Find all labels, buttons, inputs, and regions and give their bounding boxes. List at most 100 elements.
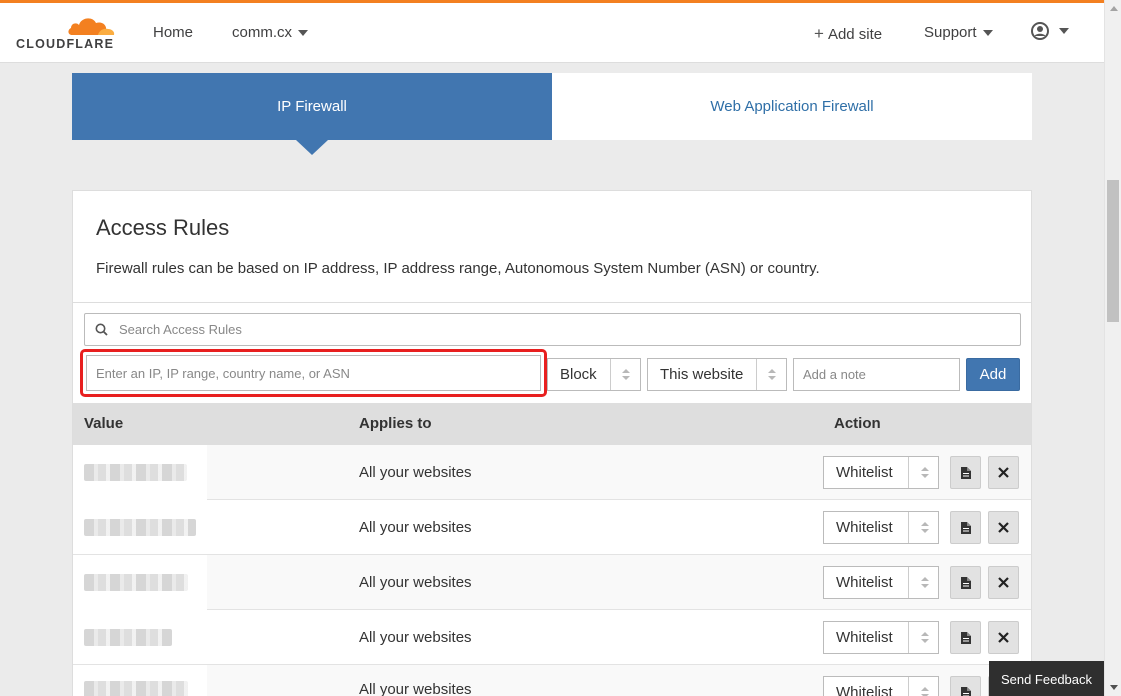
scope-select[interactable]: This website: [647, 358, 787, 391]
card-title: Access Rules: [96, 215, 230, 240]
column-header-applies-to: Applies to: [359, 415, 432, 432]
send-feedback-button[interactable]: Send Feedback: [989, 661, 1104, 696]
updown-icon: [920, 576, 930, 590]
top-navbar: CLOUDFLARE Home comm.cx + Add site Suppor…: [0, 0, 1104, 63]
note-icon: [960, 576, 971, 589]
user-icon: [1031, 22, 1049, 41]
scroll-up-icon[interactable]: [1110, 6, 1118, 11]
scroll-down-icon[interactable]: [1110, 685, 1118, 690]
note-icon: [960, 521, 971, 534]
note-input[interactable]: [793, 358, 960, 391]
action-select[interactable]: Whitelist: [823, 621, 939, 654]
search-input[interactable]: [119, 314, 999, 345]
column-header-action: Action: [834, 415, 881, 432]
select-divider: [908, 567, 909, 598]
action-select-value: Whitelist: [836, 464, 893, 481]
delete-rule-button[interactable]: [988, 566, 1019, 599]
redacted-value: [84, 519, 196, 536]
domain-label: comm.cx: [232, 24, 292, 41]
edit-note-button[interactable]: [950, 566, 981, 599]
applies-to-cell: All your websites: [359, 629, 472, 646]
action-select-value: Whitelist: [836, 574, 893, 591]
select-divider: [908, 512, 909, 543]
search-box: [84, 313, 1021, 346]
select-divider: [610, 359, 611, 390]
select-divider: [756, 359, 757, 390]
note-icon: [960, 466, 971, 479]
cloudflare-logo[interactable]: CLOUDFLARE: [16, 13, 120, 53]
table-row: All your websites Whitelist: [73, 445, 1031, 500]
add-site-button[interactable]: + Add site: [814, 24, 882, 44]
redacted-value: [84, 681, 188, 696]
applies-to-cell: All your websites: [359, 464, 472, 481]
updown-icon: [767, 368, 777, 382]
tab-web-application-firewall[interactable]: Web Application Firewall: [552, 73, 1032, 140]
action-select[interactable]: Whitelist: [823, 511, 939, 544]
action-select[interactable]: Whitelist: [823, 566, 939, 599]
card-description: Firewall rules can be based on IP addres…: [96, 260, 820, 277]
edit-note-button[interactable]: [950, 456, 981, 489]
access-rules-card: Access Rules Firewall rules can be based…: [72, 190, 1032, 696]
redacted-value: [84, 629, 172, 646]
action-select-value: Whitelist: [836, 629, 893, 646]
close-icon: [998, 467, 1009, 478]
page-scrollbar[interactable]: [1104, 0, 1121, 696]
divider: [73, 302, 1031, 303]
close-icon: [998, 632, 1009, 643]
column-header-value: Value: [84, 415, 124, 432]
action-select[interactable]: Whitelist: [823, 676, 939, 696]
table-row: All your websites Whitelist: [73, 500, 1031, 555]
tab-ip-firewall[interactable]: IP Firewall: [72, 73, 552, 140]
ip-input[interactable]: [86, 355, 541, 391]
applies-to-cell: All your websites: [359, 681, 472, 696]
redacted-value: [84, 464, 187, 481]
select-divider: [908, 457, 909, 488]
nav-home[interactable]: Home: [153, 24, 193, 41]
mode-select[interactable]: Block: [547, 358, 641, 391]
cloud-icon: [68, 18, 115, 35]
domain-dropdown[interactable]: comm.cx: [232, 24, 308, 41]
table-row: All your websites Whitelist: [73, 610, 1031, 665]
updown-icon: [920, 466, 930, 480]
redacted-value: [84, 574, 188, 591]
search-icon: [95, 323, 108, 336]
updown-icon: [920, 521, 930, 535]
action-select-value: Whitelist: [836, 684, 893, 696]
action-select-value: Whitelist: [836, 519, 893, 536]
account-menu[interactable]: [1031, 22, 1069, 41]
support-dropdown[interactable]: Support: [924, 24, 993, 41]
close-icon: [998, 577, 1009, 588]
updown-icon: [920, 686, 930, 696]
edit-note-button[interactable]: [950, 621, 981, 654]
delete-rule-button[interactable]: [988, 621, 1019, 654]
table-row: All your websites Whitelist: [73, 665, 1031, 696]
note-icon: [960, 686, 971, 696]
note-icon: [960, 631, 971, 644]
ip-input-highlight: [80, 349, 547, 397]
edit-note-button[interactable]: [950, 676, 981, 696]
add-button[interactable]: Add: [966, 358, 1020, 391]
select-divider: [908, 677, 909, 696]
scope-select-value: This website: [660, 366, 744, 383]
applies-to-cell: All your websites: [359, 519, 472, 536]
table-row: All your websites Whitelist: [73, 555, 1031, 610]
plus-icon: +: [814, 24, 824, 43]
updown-icon: [920, 631, 930, 645]
delete-rule-button[interactable]: [988, 511, 1019, 544]
chevron-down-icon: [982, 30, 993, 37]
add-site-label: Add site: [827, 26, 883, 43]
active-tab-pointer: [296, 140, 328, 155]
logo-text: CLOUDFLARE: [16, 37, 115, 51]
support-label: Support: [924, 24, 977, 41]
chevron-down-icon: [298, 30, 308, 37]
delete-rule-button[interactable]: [988, 456, 1019, 489]
applies-to-cell: All your websites: [359, 574, 472, 591]
action-select[interactable]: Whitelist: [823, 456, 939, 489]
updown-icon: [621, 368, 631, 382]
scrollbar-thumb[interactable]: [1107, 180, 1119, 322]
edit-note-button[interactable]: [950, 511, 981, 544]
table-header: Value Applies to Action: [73, 403, 1031, 445]
mode-select-value: Block: [560, 366, 597, 383]
firewall-tabs: IP Firewall Web Application Firewall: [72, 73, 1032, 155]
select-divider: [908, 622, 909, 653]
